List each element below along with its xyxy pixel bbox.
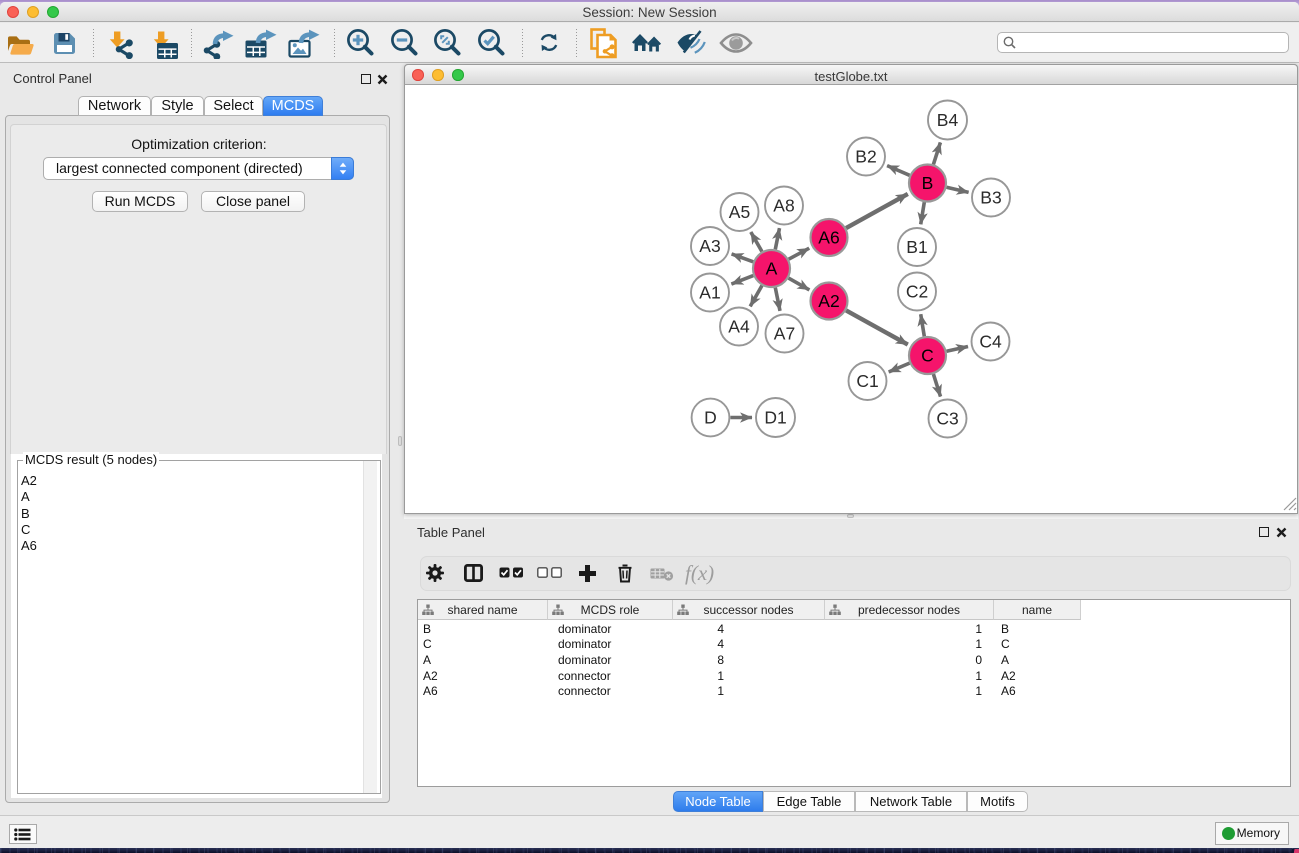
svg-text:A3: A3 [699, 236, 720, 256]
svg-text:B3: B3 [980, 188, 1001, 208]
svg-text:B4: B4 [937, 110, 959, 130]
svg-text:A5: A5 [729, 202, 750, 222]
svg-text:A: A [766, 259, 778, 279]
svg-text:C4: C4 [979, 332, 1002, 352]
svg-text:C3: C3 [936, 409, 958, 429]
svg-text:D1: D1 [764, 408, 786, 428]
svg-text:A1: A1 [699, 283, 720, 303]
svg-text:C1: C1 [856, 371, 878, 391]
svg-text:A6: A6 [818, 228, 839, 248]
svg-text:A8: A8 [773, 196, 794, 216]
svg-text:C: C [921, 346, 934, 366]
svg-text:B: B [922, 173, 934, 193]
svg-text:B2: B2 [855, 147, 876, 167]
svg-text:A7: A7 [774, 324, 795, 344]
svg-text:B1: B1 [906, 237, 927, 257]
svg-text:D: D [704, 408, 717, 428]
svg-text:A4: A4 [728, 317, 750, 337]
svg-text:A2: A2 [818, 291, 839, 311]
svg-text:C2: C2 [906, 282, 928, 302]
